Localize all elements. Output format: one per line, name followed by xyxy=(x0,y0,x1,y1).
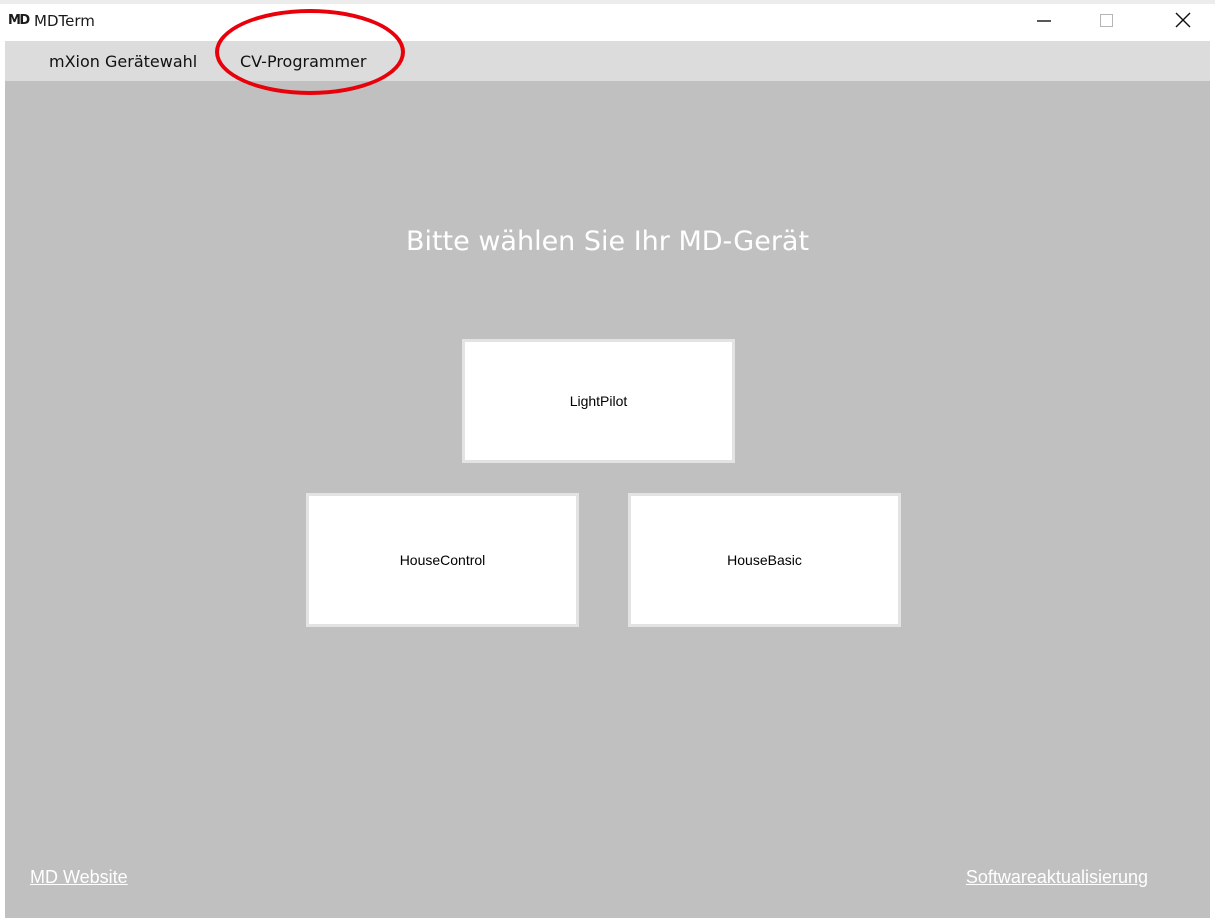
app-logo: MD xyxy=(8,13,30,28)
md-website-link[interactable]: MD Website xyxy=(30,867,128,888)
maximize-icon xyxy=(1100,14,1113,27)
menu-item-cv-programmer[interactable]: CV-Programmer xyxy=(240,41,366,81)
window-title: MDTerm xyxy=(34,12,95,30)
housebasic-button[interactable]: HouseBasic xyxy=(628,493,901,627)
title-bar[interactable]: MD MDTerm xyxy=(0,4,1215,41)
maximize-button[interactable] xyxy=(1084,4,1130,36)
window-right-border xyxy=(1210,41,1215,918)
close-icon xyxy=(1175,12,1191,28)
minimize-icon xyxy=(1037,20,1051,22)
menu-bar: mXion Gerätewahl CV-Programmer xyxy=(5,41,1210,81)
lightpilot-button[interactable]: LightPilot xyxy=(462,339,735,463)
main-panel: Bitte wählen Sie Ihr MD-Gerät LightPilot… xyxy=(5,81,1210,918)
software-update-link[interactable]: Softwareaktualisierung xyxy=(966,867,1148,888)
close-button[interactable] xyxy=(1160,4,1206,36)
app-window: MD MDTerm mXion Gerätewahl CV-Programmer… xyxy=(0,0,1215,918)
menu-item-geraetewahl[interactable]: mXion Gerätewahl xyxy=(49,41,197,81)
minimize-button[interactable] xyxy=(1021,4,1067,36)
page-heading: Bitte wählen Sie Ihr MD-Gerät xyxy=(405,226,810,257)
housecontrol-button[interactable]: HouseControl xyxy=(306,493,579,627)
